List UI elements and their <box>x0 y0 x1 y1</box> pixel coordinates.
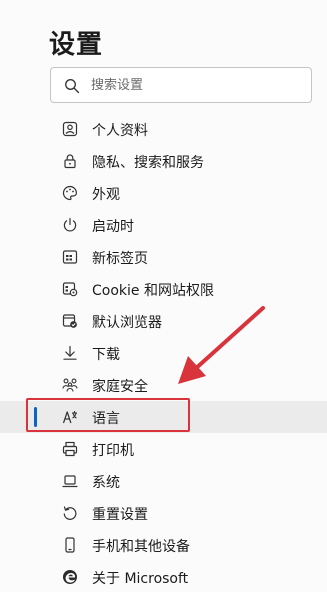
nav-item-label: 新标签页 <box>92 251 148 267</box>
search-input[interactable] <box>91 74 291 96</box>
nav-item-reset[interactable]: 重置设置 <box>0 497 327 529</box>
nav-item-label: 下载 <box>92 347 120 363</box>
search-box[interactable] <box>50 67 312 103</box>
settings-nav: 个人资料 隐私、搜索和服务 外观 启动时 新标签页 Cookie 和网站权限 默… <box>0 113 327 592</box>
power-icon <box>62 217 78 233</box>
nav-item-about[interactable]: 关于 Microsoft <box>0 561 327 592</box>
selected-indicator <box>34 407 37 427</box>
nav-item-printers[interactable]: 打印机 <box>0 433 327 465</box>
nav-item-default-browser[interactable]: 默认浏览器 <box>0 305 327 337</box>
nav-item-appearance[interactable]: 外观 <box>0 177 327 209</box>
nav-item-label: 启动时 <box>92 219 134 235</box>
nav-item-label: 个人资料 <box>92 123 148 139</box>
nav-item-startup[interactable]: 启动时 <box>0 209 327 241</box>
search-icon <box>64 78 80 94</box>
nav-item-label: 语言 <box>92 411 120 427</box>
nav-item-label: Cookie 和网站权限 <box>92 283 214 299</box>
reset-icon <box>62 505 78 521</box>
profile-icon <box>62 121 78 137</box>
nav-item-label: 手机和其他设备 <box>92 539 190 555</box>
nav-item-new-tab[interactable]: 新标签页 <box>0 241 327 273</box>
lock-icon <box>62 153 78 169</box>
nav-item-label: 关于 Microsoft <box>92 571 189 587</box>
nav-item-label: 家庭安全 <box>92 379 148 395</box>
download-icon <box>62 345 78 361</box>
laptop-icon <box>62 473 78 489</box>
nav-item-language[interactable]: 语言 <box>0 401 327 433</box>
palette-icon <box>62 185 78 201</box>
nav-item-profile[interactable]: 个人资料 <box>0 113 327 145</box>
printer-icon <box>62 441 78 457</box>
nav-item-label: 外观 <box>92 187 120 203</box>
phone-icon <box>62 537 78 553</box>
settings-page: 设置 个人资料 <box>0 0 327 592</box>
nav-item-label: 隐私、搜索和服务 <box>92 155 204 171</box>
nav-item-privacy[interactable]: 隐私、搜索和服务 <box>0 145 327 177</box>
nav-item-label: 打印机 <box>92 443 134 459</box>
page-title: 设置 <box>49 30 104 60</box>
nav-item-family-safety[interactable]: 家庭安全 <box>0 369 327 401</box>
nav-item-label: 重置设置 <box>92 507 148 523</box>
edge-logo-icon <box>62 569 78 585</box>
family-icon <box>62 377 78 393</box>
new-tab-icon <box>62 249 78 265</box>
language-icon <box>62 409 78 425</box>
nav-item-system[interactable]: 系统 <box>0 465 327 497</box>
nav-item-label: 默认浏览器 <box>92 315 162 331</box>
default-browser-icon <box>62 313 78 329</box>
nav-item-cookies[interactable]: Cookie 和网站权限 <box>0 273 327 305</box>
nav-item-label: 系统 <box>92 475 120 491</box>
nav-item-phone-devices[interactable]: 手机和其他设备 <box>0 529 327 561</box>
nav-item-downloads[interactable]: 下载 <box>0 337 327 369</box>
site-permissions-icon <box>62 281 78 297</box>
